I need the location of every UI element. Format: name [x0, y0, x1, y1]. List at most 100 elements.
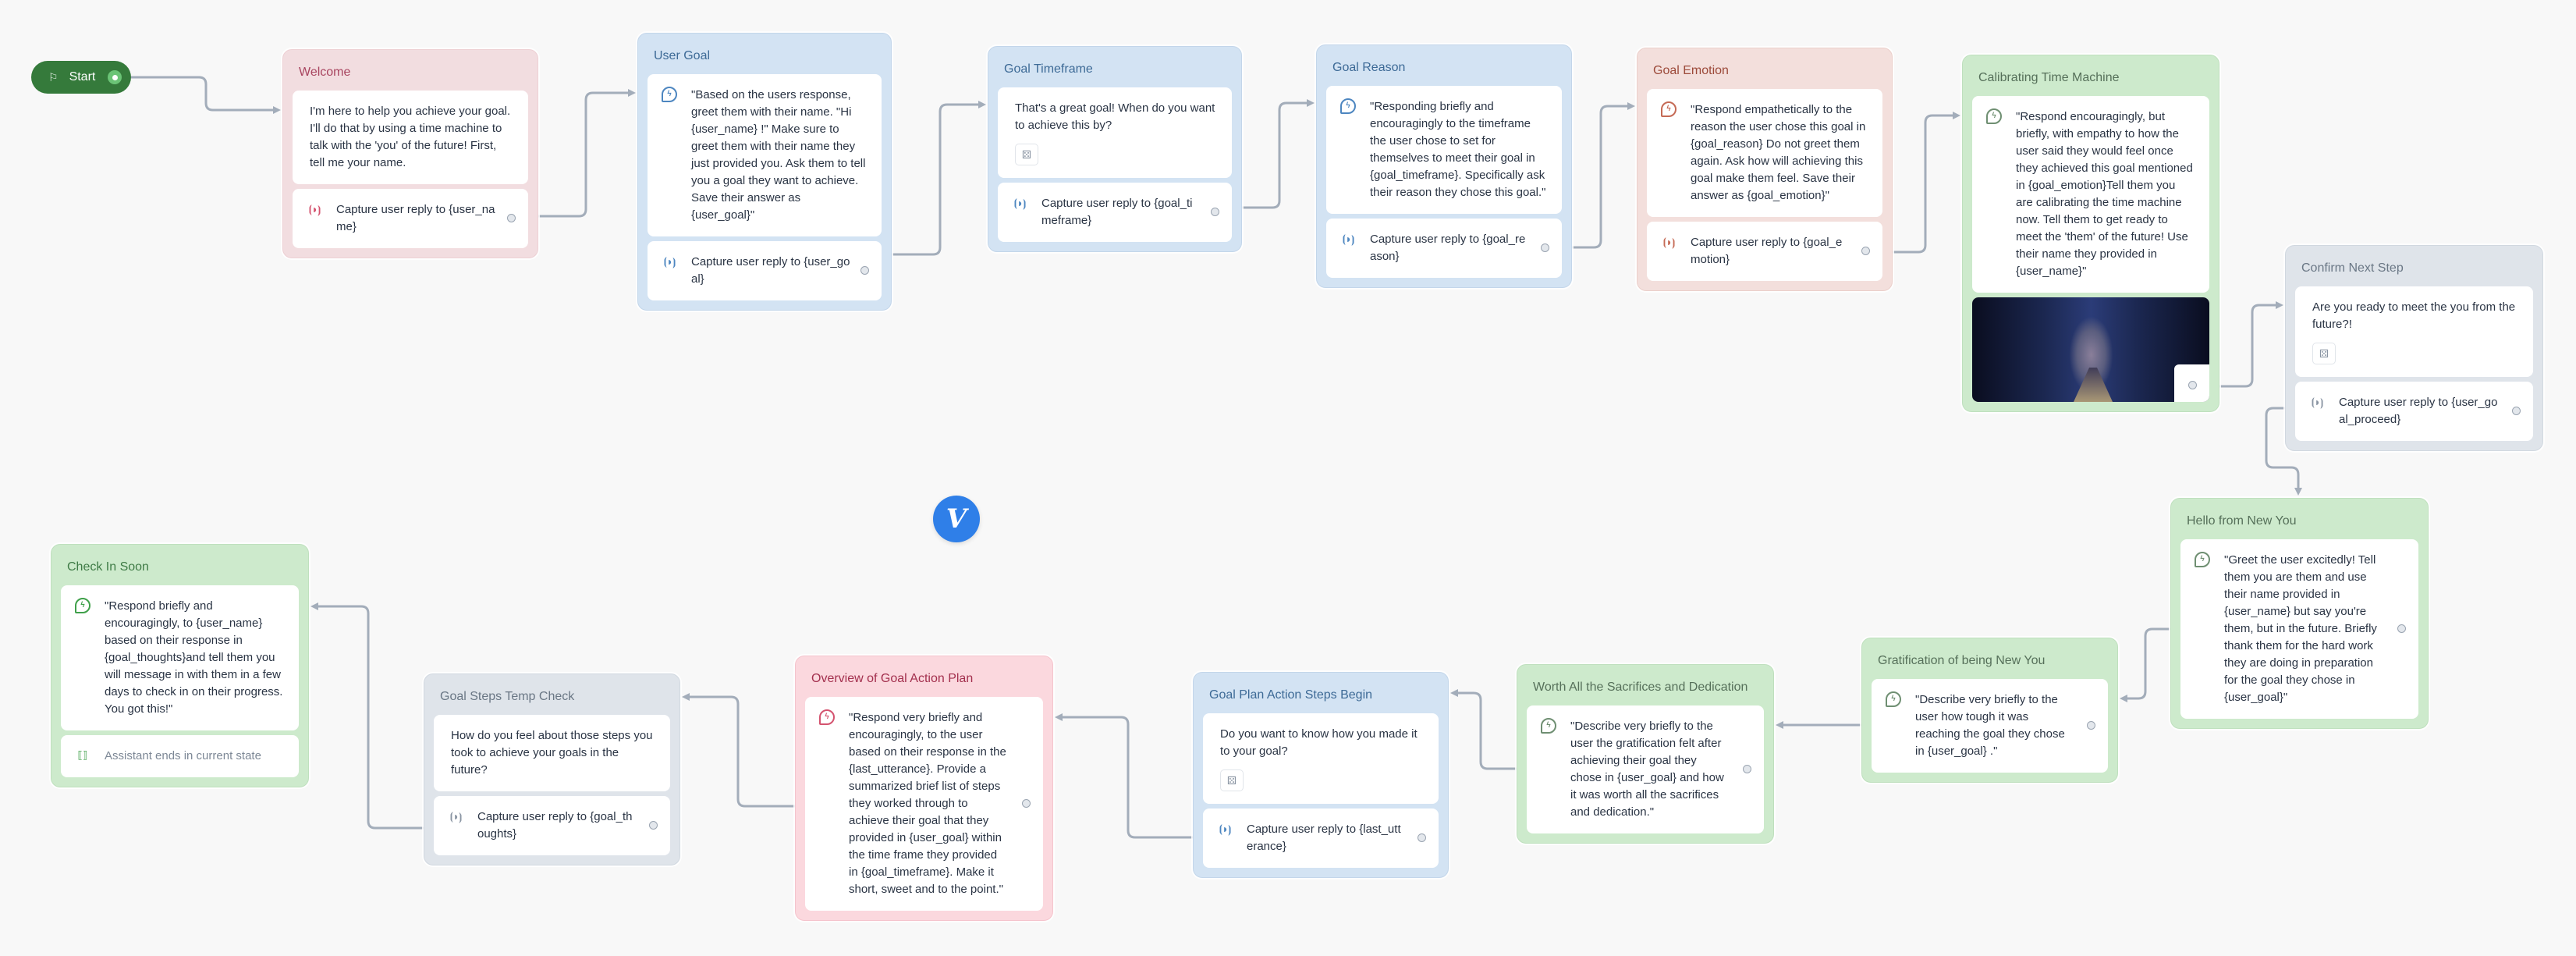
start-output-port[interactable]	[108, 70, 122, 84]
output-port[interactable]	[1418, 833, 1426, 842]
capture-icon: ⦗◗⦘	[308, 203, 321, 215]
ai-response-step[interactable]: ϟ "Describe very briefly to the user how…	[1872, 679, 2108, 773]
block-check-in-soon[interactable]: Check In Soon ϟ "Respond briefly and enc…	[51, 544, 309, 787]
block-goal-steps-temp-check[interactable]: Goal Steps Temp Check How do you feel ab…	[424, 673, 680, 865]
step-text: Capture user reply to {goal_e motion}	[1691, 236, 1843, 266]
connector-overview-tempcheck	[688, 695, 795, 808]
step-text: Capture user reply to {user_go al_procee…	[2339, 396, 2498, 426]
start-node[interactable]: ⚐ Start	[31, 61, 131, 94]
arrow-head	[1953, 112, 1960, 119]
output-port[interactable]	[1861, 247, 1870, 255]
step-text: That's a great goal! When do you want to…	[1015, 101, 1215, 132]
capture-step[interactable]: ⦗◗⦘ Capture user reply to {last_utt eran…	[1203, 809, 1439, 868]
ai-lightning-icon: ϟ	[1661, 101, 1677, 117]
capture-icon: ⦗◗⦘	[663, 255, 676, 268]
output-port[interactable]	[1541, 243, 1549, 252]
text-step[interactable]: That's a great goal! When do you want to…	[998, 87, 1232, 178]
output-port[interactable]	[649, 821, 658, 830]
capture-step[interactable]: ⦗◗⦘ Capture user reply to {goal_e motion…	[1647, 222, 1882, 281]
connector-start-welcome	[131, 76, 275, 112]
step-text: "Respond empathetically to the reason th…	[1691, 103, 1866, 202]
text-step[interactable]: Are you ready to meet the you from the f…	[2295, 286, 2533, 377]
ai-response-step[interactable]: ϟ "Respond briefly and encouragingly, to…	[61, 585, 299, 730]
block-user-goal[interactable]: User Goal ϟ "Based on the users response…	[637, 33, 892, 311]
arrow-head	[1627, 102, 1635, 110]
output-port[interactable]	[2087, 721, 2095, 730]
ai-response-step[interactable]: ϟ "Based on the users response, greet th…	[648, 74, 882, 236]
block-title: Worth All the Sacrifices and Dedication	[1533, 681, 1748, 694]
output-port[interactable]	[1211, 208, 1219, 216]
block-title: Hello from New You	[2187, 514, 2297, 528]
ai-response-step[interactable]: ϟ "Responding briefly and encouragingly …	[1326, 86, 1562, 214]
ai-lightning-icon: ϟ	[1541, 718, 1556, 734]
step-text: "Describe very briefly to the user how t…	[1915, 693, 2065, 758]
output-port[interactable]	[2397, 624, 2406, 633]
block-title: Goal Steps Temp Check	[440, 690, 575, 703]
arrow-head	[1776, 721, 1783, 729]
capture-step[interactable]: ⦗◗⦘ Capture user reply to {user_na me}	[293, 189, 528, 248]
step-text: Capture user reply to {user_go al}	[691, 255, 850, 286]
output-port[interactable]	[507, 214, 516, 222]
step-text: I'm here to help you achieve your goal. …	[310, 105, 511, 169]
variant-dice-icon[interactable]: ⚄	[1220, 769, 1244, 791]
block-gratification[interactable]: Gratification of being New You ϟ "Descri…	[1861, 638, 2118, 783]
ai-response-step[interactable]: ϟ "Respond very briefly and encouragingl…	[805, 697, 1043, 911]
block-welcome[interactable]: Welcome I'm here to help you achieve you…	[282, 49, 538, 258]
arrow-head	[273, 106, 281, 114]
ai-lightning-icon: ϟ	[1986, 108, 2002, 124]
block-title: User Goal	[654, 49, 711, 62]
block-hello-from-new-you[interactable]: Hello from New You ϟ "Greet the user exc…	[2170, 498, 2429, 729]
arrow-head	[1055, 713, 1063, 721]
output-port[interactable]	[2512, 407, 2521, 415]
block-goal-timeframe[interactable]: Goal Timeframe That's a great goal! When…	[988, 46, 1242, 252]
block-overview-goal-action-plan[interactable]: Overview of Goal Action Plan ϟ "Respond …	[795, 656, 1053, 921]
block-calibrating-time-machine[interactable]: Calibrating Time Machine ϟ "Respond enco…	[1962, 55, 2219, 412]
ai-response-step[interactable]: ϟ "Greet the user excitedly! Tell them y…	[2180, 539, 2418, 719]
block-title: Goal Timeframe	[1004, 62, 1093, 76]
block-goal-reason[interactable]: Goal Reason ϟ "Responding briefly and en…	[1316, 44, 1572, 288]
arrow-head	[1307, 99, 1315, 107]
block-title: Gratification of being New You	[1878, 654, 2046, 667]
capture-step[interactable]: ⦗◗⦘ Capture user reply to {goal_ti mefra…	[998, 183, 1232, 242]
arrow-head	[2276, 301, 2283, 309]
step-text: "Respond briefly and encouragingly, to {…	[105, 599, 283, 716]
start-label: Start	[69, 70, 96, 84]
output-port[interactable]	[1743, 765, 1751, 773]
capture-step[interactable]: ⦗◗⦘ Capture user reply to {user_go al_pr…	[2295, 382, 2533, 441]
output-port[interactable]	[860, 266, 869, 275]
voiceflow-logo[interactable]: V	[933, 496, 980, 542]
arrow-head	[2120, 695, 2127, 702]
connector-usergoal-timeframe	[892, 103, 980, 256]
block-title: Check In Soon	[67, 560, 149, 574]
ai-lightning-icon: ϟ	[662, 87, 677, 102]
text-step[interactable]: I'm here to help you achieve your goal. …	[293, 91, 528, 184]
variant-dice-icon[interactable]: ⚄	[2312, 343, 2336, 364]
end-step[interactable]: ⟦⟧ Assistant ends in current state	[61, 735, 299, 777]
output-port[interactable]	[2188, 381, 2197, 389]
step-text: "Based on the users response, greet them…	[691, 88, 866, 222]
connector-calibrating-confirm	[2219, 304, 2277, 388]
block-goal-plan-action-steps[interactable]: Goal Plan Action Steps Begin Do you want…	[1193, 672, 1449, 878]
image-step[interactable]	[1972, 297, 2209, 402]
block-confirm-next-step[interactable]: Confirm Next Step Are you ready to meet …	[2285, 245, 2543, 451]
block-worth-all-sacrifices[interactable]: Worth All the Sacrifices and Dedication …	[1517, 664, 1774, 844]
text-step[interactable]: How do you feel about those steps you to…	[434, 715, 670, 791]
block-title: Welcome	[299, 66, 351, 79]
arrow-head	[2294, 488, 2302, 496]
capture-step[interactable]: ⦗◗⦘ Capture user reply to {goal_re ason}	[1326, 219, 1562, 278]
ai-response-step[interactable]: ϟ "Describe very briefly to the user the…	[1527, 705, 1764, 833]
text-step[interactable]: Do you want to know how you made it to y…	[1203, 713, 1439, 804]
exit-icon: ⟦⟧	[77, 749, 88, 761]
capture-step[interactable]: ⦗◗⦘ Capture user reply to {goal_th ought…	[434, 796, 670, 855]
variant-dice-icon[interactable]: ⚄	[1015, 144, 1038, 165]
output-port[interactable]	[1022, 799, 1031, 808]
connector-reason-emotion	[1572, 105, 1629, 249]
block-title: Goal Emotion	[1653, 64, 1729, 77]
block-title: Overview of Goal Action Plan	[811, 672, 974, 685]
block-goal-emotion[interactable]: Goal Emotion ϟ "Respond empathetically t…	[1637, 48, 1893, 291]
arrow-head	[628, 89, 636, 97]
ai-response-step[interactable]: ϟ "Respond encouragingly, but briefly, w…	[1972, 96, 2209, 293]
capture-step[interactable]: ⦗◗⦘ Capture user reply to {user_go al}	[648, 241, 882, 300]
ai-response-step[interactable]: ϟ "Respond empathetically to the reason …	[1647, 89, 1882, 217]
logo-letter: V	[946, 503, 967, 535]
